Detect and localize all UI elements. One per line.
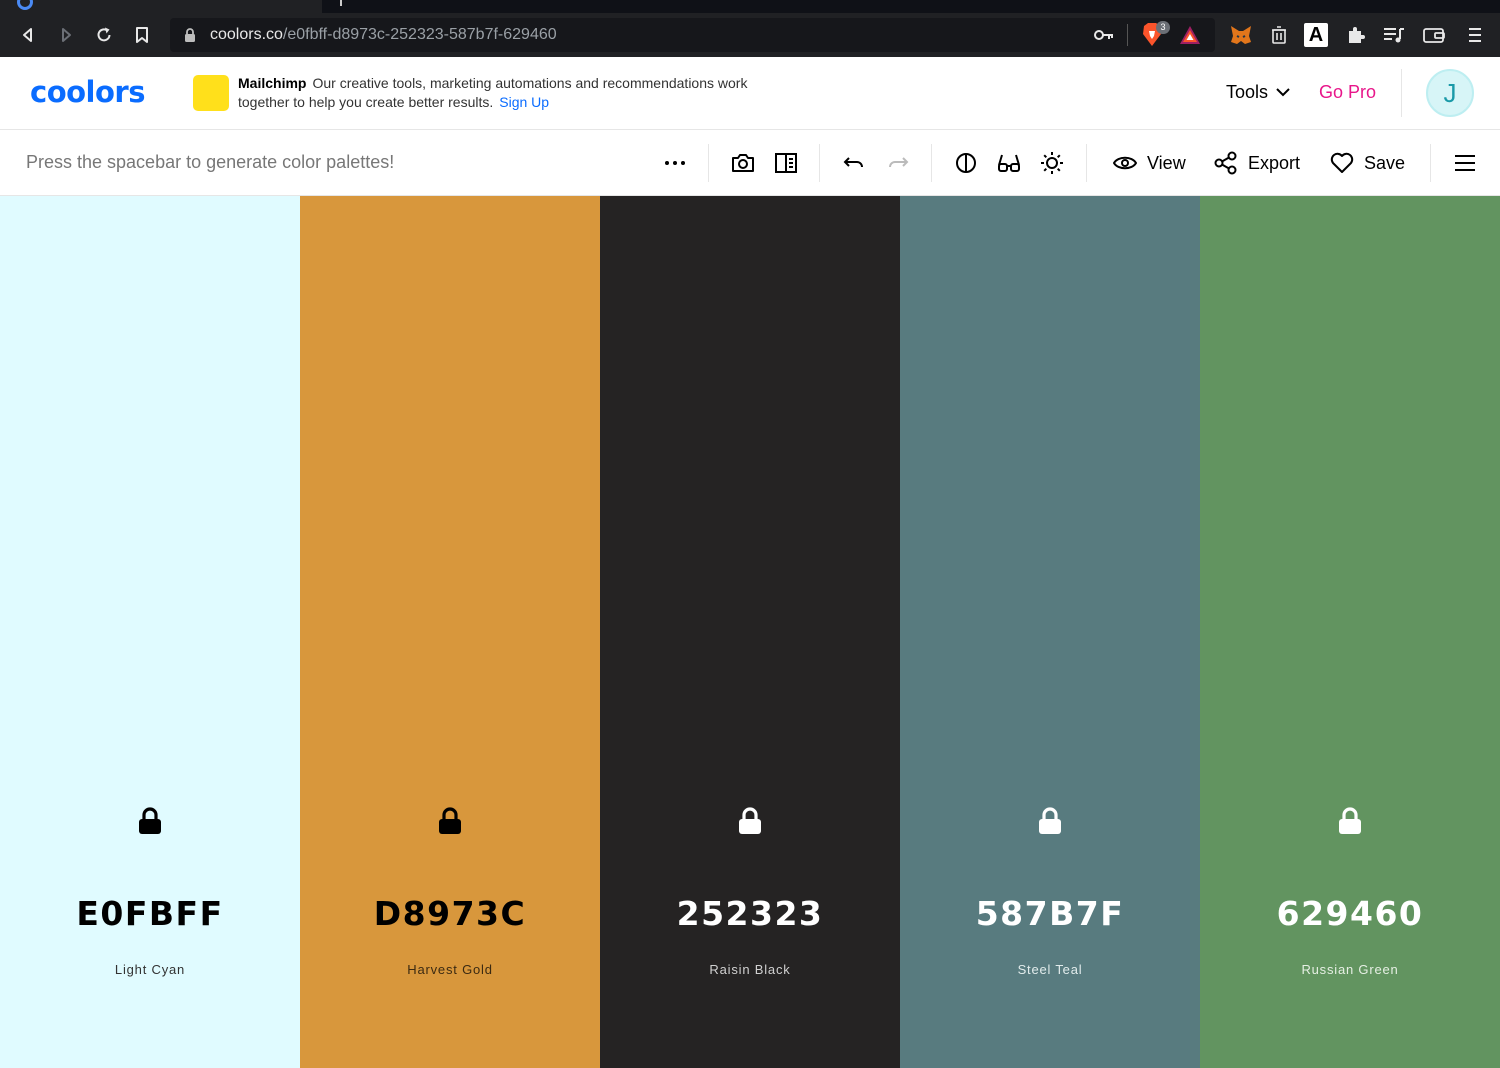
chevron-down-icon — [1276, 88, 1290, 97]
mailchimp-logo[interactable] — [193, 75, 229, 111]
toolbar-divider — [931, 144, 932, 182]
tools-label: Tools — [1226, 82, 1269, 102]
wallet-icon[interactable] — [1420, 21, 1448, 49]
lock-icon[interactable] — [738, 807, 762, 835]
key-icon[interactable] — [1090, 23, 1118, 47]
side-panel-icon[interactable] — [772, 149, 800, 177]
back-icon[interactable] — [14, 21, 42, 49]
toolbar-divider — [1086, 144, 1087, 182]
bookmark-icon[interactable] — [128, 21, 156, 49]
active-tab[interactable] — [0, 0, 322, 13]
browser-tabstrip — [0, 0, 1500, 13]
coolors-logo[interactable]: coolors — [30, 75, 145, 109]
color-name: Light Cyan — [114, 962, 186, 977]
site-header: coolors Mailchimp Our creative tools, mar… — [0, 57, 1500, 130]
toolbar-divider — [1430, 144, 1431, 182]
lock-icon[interactable] — [438, 807, 462, 835]
urlbar-divider — [1127, 24, 1128, 46]
redo-icon[interactable] — [884, 149, 912, 177]
toolbar-divider — [819, 144, 820, 182]
view-button[interactable]: View — [1113, 149, 1186, 177]
spacebar-hint: Press the spacebar to generate color pal… — [26, 152, 395, 172]
go-pro-link[interactable]: Go Pro — [1319, 82, 1376, 103]
save-label: Save — [1364, 152, 1406, 173]
hamburger-menu-icon[interactable] — [1451, 149, 1479, 177]
color-palette: E0FBFF Light Cyan D8973C Harvest Gold 25… — [0, 196, 1500, 1068]
color-column[interactable]: 629460 Russian Green — [1200, 196, 1500, 1068]
url-host: coolors.co — [210, 26, 283, 43]
more-options-icon[interactable] — [661, 149, 689, 177]
color-column[interactable]: E0FBFF Light Cyan — [0, 196, 300, 1068]
lock-icon[interactable] — [1338, 807, 1362, 835]
a-extension-icon[interactable]: A — [1304, 23, 1328, 47]
brightness-icon[interactable] — [1038, 149, 1066, 177]
generator-toolbar: Press the spacebar to generate color pal… — [0, 130, 1500, 196]
ad-brand[interactable]: Mailchimp — [238, 75, 306, 91]
lock-icon[interactable] — [184, 28, 196, 47]
export-label: Export — [1248, 152, 1301, 173]
playlist-icon[interactable] — [1380, 21, 1408, 49]
share-icon — [1214, 151, 1237, 175]
eye-icon — [1113, 156, 1137, 170]
tab-separator — [340, 0, 342, 6]
lock-icon[interactable] — [138, 807, 162, 835]
undo-icon[interactable] — [840, 149, 868, 177]
tools-menu-button[interactable]: Tools — [1226, 82, 1290, 103]
color-column[interactable]: D8973C Harvest Gold — [300, 196, 600, 1068]
browser-toolbar: coolors.co/e0fbff-d8973c-252323-587b7f-6… — [0, 13, 1500, 57]
color-name: Steel Teal — [1017, 962, 1083, 977]
color-blindness-glasses-icon[interactable] — [995, 149, 1023, 177]
tab-favicon-icon — [17, 0, 33, 10]
color-column[interactable]: 252323 Raisin Black — [600, 196, 900, 1068]
hex-code[interactable]: 587B7F — [900, 894, 1200, 933]
color-name: Raisin Black — [709, 962, 791, 977]
contrast-icon[interactable] — [952, 149, 980, 177]
menu-icon[interactable] — [1461, 21, 1489, 49]
address-bar[interactable]: coolors.co/e0fbff-d8973c-252323-587b7f-6… — [170, 18, 1215, 52]
hex-code[interactable]: 252323 — [600, 894, 900, 933]
lock-icon[interactable] — [1038, 807, 1062, 835]
brave-rewards-icon[interactable] — [1178, 24, 1204, 46]
header-divider — [1401, 69, 1402, 117]
ad-text: Our creative tools, marketing automation… — [238, 75, 748, 110]
color-name: Russian Green — [1301, 962, 1399, 977]
extensions-puzzle-icon[interactable] — [1342, 21, 1370, 49]
url-text[interactable]: coolors.co/e0fbff-d8973c-252323-587b7f-6… — [210, 26, 557, 44]
view-label: View — [1147, 152, 1186, 173]
ad-signup-link[interactable]: Sign Up — [499, 94, 549, 110]
brave-shields-icon[interactable]: 3 — [1140, 21, 1170, 48]
save-button[interactable]: Save — [1330, 149, 1405, 177]
color-name: Harvest Gold — [407, 962, 493, 977]
shields-count-badge: 3 — [1156, 21, 1170, 34]
trash-extension-icon[interactable] — [1265, 21, 1293, 49]
camera-icon[interactable] — [729, 149, 757, 177]
metamask-icon[interactable] — [1227, 21, 1255, 49]
reload-icon[interactable] — [90, 21, 118, 49]
export-button[interactable]: Export — [1214, 149, 1300, 177]
avatar[interactable]: J — [1426, 69, 1474, 117]
hex-code[interactable]: D8973C — [300, 894, 600, 933]
sponsor-ad: Mailchimp Our creative tools, marketing a… — [238, 74, 778, 112]
heart-icon — [1330, 152, 1354, 173]
forward-icon[interactable] — [52, 21, 80, 49]
url-path: /e0fbff-d8973c-252323-587b7f-629460 — [282, 26, 557, 43]
hex-code[interactable]: E0FBFF — [0, 894, 300, 933]
color-column[interactable]: 587B7F Steel Teal — [900, 196, 1200, 1068]
hex-code[interactable]: 629460 — [1200, 894, 1500, 933]
toolbar-divider — [708, 144, 709, 182]
